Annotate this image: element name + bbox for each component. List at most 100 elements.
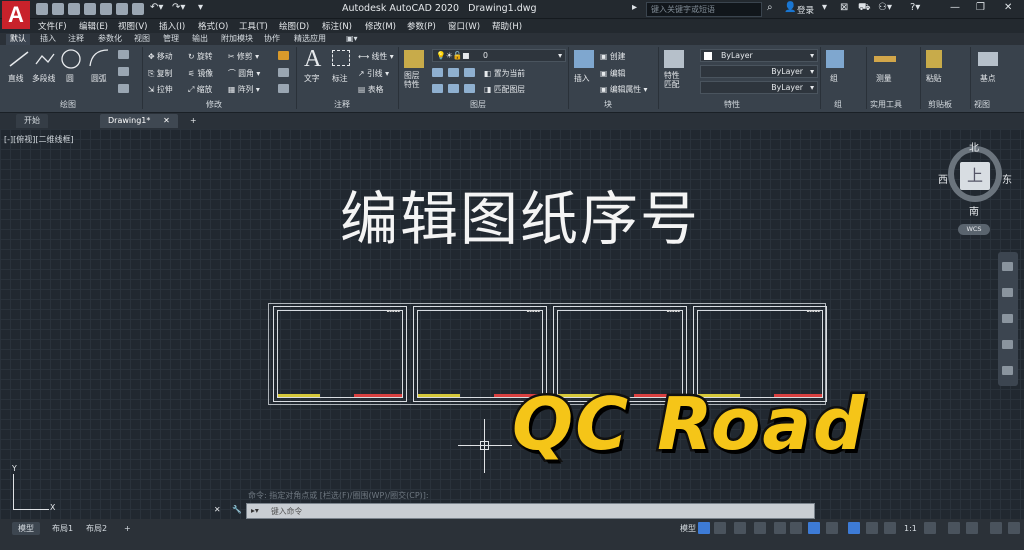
line-label[interactable]: 直线 — [8, 73, 24, 84]
compass-west[interactable]: 西 — [938, 171, 948, 186]
save-as-icon[interactable] — [84, 3, 96, 15]
connect-icon[interactable]: ⚇▾ — [878, 2, 892, 13]
object-snap-tracking-icon[interactable] — [790, 522, 802, 534]
arc-icon[interactable] — [88, 48, 110, 68]
text-icon[interactable]: A — [304, 46, 321, 73]
match-properties-label[interactable]: 特性 匹配 — [664, 71, 680, 89]
rotate-tool[interactable]: ↻ 旋转 — [188, 51, 213, 62]
layer-tool-icon[interactable] — [464, 84, 475, 93]
dimension-label[interactable]: 标注 — [332, 73, 348, 84]
layer-tool-icon[interactable] — [432, 84, 443, 93]
search-icon[interactable]: ⌕ — [767, 2, 773, 13]
close-command-icon[interactable]: ✕ — [214, 505, 221, 514]
customize-status-icon[interactable] — [1008, 522, 1020, 534]
annotation-visibility-icon[interactable] — [848, 522, 860, 534]
customize-icon[interactable]: ▾ — [198, 2, 203, 13]
compass-south[interactable]: 南 — [969, 203, 979, 218]
view-panel-title[interactable]: 视图 — [974, 99, 990, 110]
zoom-icon[interactable] — [1002, 314, 1013, 323]
explode-icon[interactable] — [278, 68, 289, 77]
menu-dimension[interactable]: 标注(N) — [322, 20, 352, 32]
circle-label[interactable]: 圆 — [66, 73, 74, 84]
ribbon-toggle-icon[interactable]: ▣▾ — [342, 34, 362, 45]
add-icon[interactable] — [948, 522, 960, 534]
group-icon[interactable] — [826, 50, 844, 68]
set-current-tool[interactable]: ◧ 置为当前 — [484, 68, 525, 79]
text-label[interactable]: 文字 — [304, 73, 320, 84]
arc-label[interactable]: 圆弧 — [91, 73, 107, 84]
menu-tools[interactable]: 工具(T) — [239, 20, 268, 32]
edit-attributes-tool[interactable]: ▣ 编辑属性 ▾ — [600, 84, 647, 95]
modify-panel-title[interactable]: 修改 — [206, 99, 222, 110]
base-view-icon[interactable] — [978, 52, 998, 66]
polar-icon[interactable] — [754, 522, 766, 534]
store-icon[interactable]: ⊠ — [840, 2, 848, 13]
user-icon[interactable]: 👤 — [784, 2, 796, 13]
cart-icon[interactable]: ⛟ — [858, 2, 871, 15]
drawing-sheet[interactable]: ▪▪▪▪▪ — [273, 306, 407, 402]
paste-icon[interactable] — [926, 50, 942, 68]
circle-icon[interactable] — [60, 48, 82, 70]
clipboard-panel-title[interactable]: 剪贴板 — [928, 99, 952, 110]
help-icon[interactable]: ?▾ — [910, 2, 920, 13]
tab-default[interactable]: 默认 — [6, 34, 30, 45]
layer-tool-icon[interactable] — [432, 68, 443, 77]
groups-panel-title[interactable]: 组 — [834, 99, 842, 110]
tab-start[interactable]: 开始 — [16, 114, 48, 128]
base-view-label[interactable]: 基点 — [980, 73, 996, 84]
ortho-icon[interactable] — [734, 522, 746, 534]
undo-icon[interactable]: ↶▾ — [150, 2, 163, 13]
steering-wheel-icon[interactable] — [1002, 262, 1013, 271]
paste-label[interactable]: 粘贴 — [926, 73, 942, 84]
layer-tool-icon[interactable] — [464, 68, 475, 77]
tab-featured-apps[interactable]: 精选应用 — [290, 34, 330, 45]
close-icon[interactable]: ✕ — [1004, 2, 1012, 13]
login-button[interactable]: 登录 — [797, 4, 814, 16]
login-dropdown-icon[interactable]: ▾ — [822, 2, 827, 13]
showmotion-icon[interactable] — [1002, 366, 1013, 375]
annotation-scale-icon[interactable] — [884, 522, 896, 534]
polyline-label[interactable]: 多段线 — [32, 73, 55, 84]
color-dropdown[interactable]: ByLayer ▾ — [700, 49, 818, 62]
block-panel-title[interactable]: 块 — [604, 99, 612, 110]
lineweight-icon[interactable] — [826, 522, 838, 534]
draw-panel-title[interactable]: 绘图 — [60, 99, 76, 110]
layers-panel-title[interactable]: 图层 — [470, 99, 486, 110]
tab-collaborate[interactable]: 协作 — [260, 34, 284, 45]
menu-insert[interactable]: 插入(I) — [159, 20, 185, 32]
wcs-menu[interactable]: WCS — [958, 224, 990, 235]
menu-view[interactable]: 视图(V) — [118, 20, 147, 32]
hatch-icon[interactable] — [118, 67, 129, 76]
leader-tool[interactable]: ↗ 引线 ▾ — [358, 68, 389, 79]
polyline-icon[interactable] — [34, 50, 56, 68]
match-layer-tool[interactable]: ◨ 匹配图层 — [484, 84, 525, 95]
tab-output[interactable]: 输出 — [188, 34, 212, 45]
layer-tool-icon[interactable] — [448, 68, 459, 77]
layer-properties-label[interactable]: 图层 特性 — [404, 71, 420, 89]
offset-icon[interactable] — [278, 84, 289, 93]
minimize-icon[interactable]: — — [950, 2, 960, 13]
command-input[interactable]: ▸▾ 键入命令 — [246, 503, 815, 519]
edit-block-tool[interactable]: ▣ 编辑 — [600, 68, 625, 79]
menu-help[interactable]: 帮助(H) — [492, 20, 522, 32]
scale-tool[interactable]: ⤢ 缩放 — [188, 84, 212, 95]
stretch-tool[interactable]: ⇲ 拉伸 — [148, 84, 173, 95]
isolate-icon[interactable] — [966, 522, 978, 534]
menu-modify[interactable]: 修改(M) — [365, 20, 396, 32]
erase-icon[interactable] — [278, 51, 289, 60]
trim-tool[interactable]: ✂ 修剪 ▾ — [228, 51, 259, 62]
copy-tool[interactable]: ⎘ 复制 — [148, 68, 172, 79]
orbit-icon[interactable] — [1002, 340, 1013, 349]
fullscreen-icon[interactable] — [990, 522, 1002, 534]
rectangle-icon[interactable] — [118, 50, 129, 59]
isodraft-icon[interactable] — [774, 522, 786, 534]
gradient-icon[interactable] — [118, 84, 129, 93]
tab-model[interactable]: 模型 — [12, 522, 40, 535]
search-expand-icon[interactable]: ▸ — [632, 2, 637, 13]
utilities-panel-title[interactable]: 实用工具 — [870, 99, 902, 110]
tab-layout1[interactable]: 布局1 — [46, 522, 79, 535]
layer-tool-icon[interactable] — [448, 84, 459, 93]
open-icon[interactable] — [52, 3, 64, 15]
mirror-tool[interactable]: ⚟ 镜像 — [188, 68, 213, 79]
layer-dropdown[interactable]: 💡☀🔓■ 0 ▾ — [432, 49, 566, 62]
